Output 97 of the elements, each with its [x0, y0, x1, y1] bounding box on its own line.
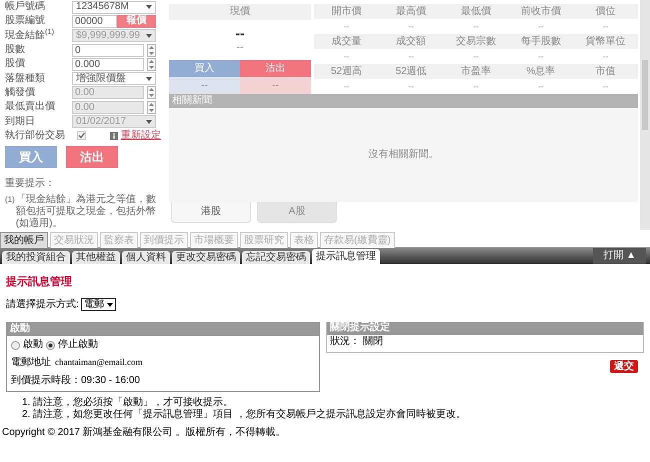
- stat-value: --: [537, 21, 544, 33]
- stat-value: --: [342, 81, 350, 93]
- spinner-icon[interactable]: [147, 100, 156, 114]
- spinner-icon[interactable]: [147, 86, 156, 100]
- select-field[interactable]: 增強限價盤: [72, 72, 156, 86]
- number-field[interactable]: 0: [72, 44, 144, 57]
- stat-value: --: [342, 21, 350, 33]
- open-toggle[interactable]: 打開 ▲: [593, 248, 646, 264]
- stat-label: 52週高: [330, 64, 363, 79]
- stat-label: 前收市價: [520, 4, 562, 19]
- stat-value: --: [472, 21, 480, 33]
- sub-tab[interactable]: 個人資料: [122, 251, 170, 264]
- stat-label: 成交額: [395, 34, 428, 49]
- panel-header: 啟動: [7, 323, 319, 336]
- stat-label: 市盈率: [460, 64, 492, 79]
- notice-text: 1. 請注意，您必須按「啟動」，才可接收提示。: [22, 397, 234, 408]
- buy-header: 買入: [169, 60, 240, 77]
- field-label: 執行部份交易: [5, 130, 66, 142]
- note-text: 「現金結餘」為港元之等值，數額包括可提取之現金，包括外幣 (如適用)。: [16, 194, 157, 230]
- number-field[interactable]: 0.000: [72, 58, 144, 71]
- stat-label: 最低價: [460, 5, 492, 19]
- stat-value: --: [602, 21, 610, 33]
- sub-tab[interactable]: 更改交易密碼: [172, 251, 240, 264]
- spinner-icon[interactable]: [147, 58, 156, 71]
- field-label: 帳戶號碼: [5, 1, 46, 14]
- sell-value: --: [240, 77, 311, 94]
- reset-link[interactable]: 重新設定: [121, 130, 161, 142]
- sub-tab[interactable]: 忘記交易密碼: [242, 251, 310, 264]
- notice-text: 2. 請注意，如您更改任何「提示訊息管理」項目 ，您所有交易帳戶之提示訊息設定亦會同時被更改。: [22, 409, 467, 421]
- stock-code-field[interactable]: 00000: [72, 14, 117, 28]
- status-text: 狀況： 關閉: [329, 336, 384, 348]
- field-label: 股價: [5, 58, 26, 70]
- section-title: 提示訊息管理: [6, 276, 73, 288]
- alert-time: 到價提示時段：09:30 - 16:00: [10, 375, 141, 387]
- caret-icon: [146, 76, 152, 81]
- price-header: 現價: [169, 4, 311, 20]
- news-header: 相關新聞: [169, 94, 638, 108]
- info-icon[interactable]: [110, 132, 118, 140]
- stat-value: --: [602, 81, 610, 93]
- radio-label: 啟動: [23, 339, 43, 351]
- stat-label: 52週低: [394, 65, 428, 79]
- buy-value: --: [169, 77, 240, 94]
- submit-button[interactable]: 遞交: [610, 360, 638, 373]
- radio-button[interactable]: [46, 340, 55, 350]
- stat-label: 最高價: [395, 4, 428, 19]
- stat-label: 價位: [594, 5, 617, 19]
- field-label: 落盤種類: [5, 72, 46, 85]
- sub-tab[interactable]: 提示訊息管理: [312, 249, 380, 264]
- sell-header: 沽出: [240, 60, 311, 77]
- stat-label: 每手股數: [520, 34, 562, 49]
- stat-value: --: [602, 51, 610, 63]
- field-label: 股數: [5, 44, 26, 56]
- sub-tab[interactable]: 其他權益: [72, 251, 120, 264]
- nav-tab[interactable]: 我的帳戶: [0, 232, 48, 248]
- caret-icon: [106, 302, 113, 306]
- field-label: 股票編號: [5, 15, 46, 28]
- notes-title: 重要提示：: [5, 178, 56, 190]
- stat-label: 開市價: [330, 4, 362, 19]
- stat-label: 市值: [594, 64, 617, 79]
- stat-value: --: [342, 51, 350, 63]
- caret-icon: [146, 120, 152, 124]
- stat-value: --: [472, 81, 480, 93]
- email-label: 電郵地址: [11, 357, 51, 369]
- email-value: chantaiman@email.com: [55, 356, 143, 368]
- caret-icon: [146, 5, 152, 10]
- stat-value: --: [472, 51, 480, 63]
- stat-label: 交易宗數: [454, 34, 497, 49]
- field-label: 最低賣出價: [5, 101, 56, 114]
- caret-icon: [146, 34, 152, 38]
- stat-label: 貨幣單位: [584, 35, 627, 49]
- radio-button[interactable]: [11, 340, 20, 350]
- note-marker: (1): [5, 194, 15, 206]
- method-select[interactable]: 電郵: [80, 298, 116, 311]
- market-tab[interactable]: 港股: [171, 202, 251, 223]
- stat-value: --: [537, 51, 544, 63]
- market-tab[interactable]: A股: [257, 202, 337, 223]
- method-label: 請選擇提示方式:: [6, 298, 79, 310]
- copyright: Copyright © 2017 新鴻基金融有限公司 。版權所有，不得轉載。: [2, 427, 287, 439]
- spinner-icon[interactable]: [147, 44, 156, 57]
- empty-message: 沒有相關新聞。: [368, 149, 438, 161]
- field-label: 到期日: [5, 116, 36, 128]
- change-value: --: [236, 42, 244, 54]
- sub-tab[interactable]: 我的投資組合: [2, 251, 70, 264]
- field-label: 觸發價: [5, 86, 36, 99]
- select-field[interactable]: 12345678M: [72, 0, 156, 14]
- stat-value: --: [537, 81, 544, 93]
- stat-value: --: [408, 21, 415, 33]
- sell-button[interactable]: 沽出: [66, 146, 118, 168]
- stat-value: --: [408, 51, 415, 63]
- radio-label: 停止啟動: [58, 339, 98, 351]
- price-value: --: [235, 26, 245, 38]
- field-label: 現金結餘$^{(1)}$: [5, 30, 56, 42]
- stat-value: --: [408, 81, 415, 93]
- stat-label: 成交量: [330, 34, 362, 49]
- checkbox[interactable]: [77, 131, 86, 140]
- panel-header: 關閉提示設定: [327, 322, 643, 335]
- stat-label: %息率: [525, 64, 556, 79]
